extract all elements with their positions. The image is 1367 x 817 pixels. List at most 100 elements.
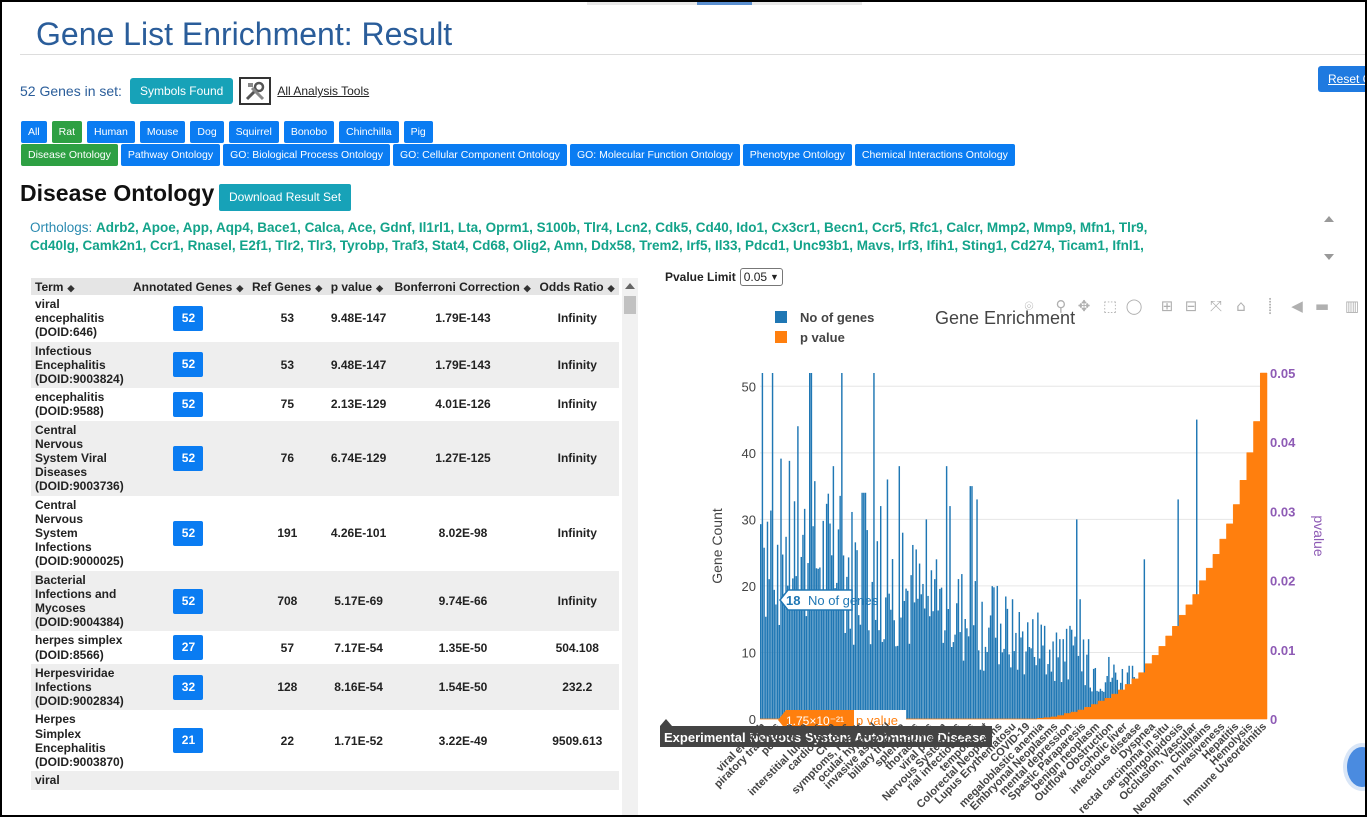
- ontology-pathway-button[interactable]: Pathway Ontology: [120, 144, 221, 166]
- pvalue-limit-select[interactable]: 0.05 ▼: [739, 268, 783, 286]
- col-ref-genes[interactable]: Ref Genes ◆: [247, 278, 327, 295]
- annotated-genes-cell[interactable]: 52: [129, 341, 248, 389]
- p-value-cell: 1.71E-52: [326, 710, 391, 772]
- gene-count-bar: [824, 598, 826, 719]
- bonferroni-cell: 1.35E-50: [390, 631, 536, 664]
- section-title: Disease Ontology: [20, 180, 215, 206]
- gene-count-bar: [776, 544, 779, 719]
- col-term[interactable]: Term ◆: [31, 278, 129, 295]
- download-result-button[interactable]: Download Result Set: [219, 184, 352, 211]
- gene-count-bar: [984, 646, 987, 719]
- gene-count-bar: [783, 601, 786, 719]
- col-annotated-genes[interactable]: Annotated Genes ◆: [129, 278, 248, 295]
- scroll-down-icon[interactable]: [1324, 254, 1334, 260]
- annotated-genes-cell[interactable]: 52: [129, 388, 248, 421]
- ref-genes-cell: 191: [247, 495, 327, 571]
- scroll-up-icon[interactable]: [1324, 216, 1334, 222]
- scroll-up-icon[interactable]: [625, 283, 635, 289]
- gene-count-bar: [849, 628, 852, 719]
- gene-count-bar: [1037, 612, 1039, 719]
- gene-count-bar: [1050, 671, 1053, 719]
- y2-tick-label: 0.04: [1270, 435, 1296, 450]
- annotated-genes-button[interactable]: 52: [173, 391, 204, 417]
- annotated-genes-cell[interactable]: 21: [129, 710, 248, 772]
- all-analysis-tools-link[interactable]: All Analysis Tools: [277, 84, 369, 98]
- annotated-genes-cell[interactable]: 32: [129, 663, 248, 711]
- annotated-genes-button[interactable]: 21: [173, 728, 204, 754]
- gene-count-bar: [971, 486, 973, 719]
- col-p-value[interactable]: p value ◆: [326, 278, 391, 295]
- annotated-genes-button[interactable]: 52: [173, 352, 204, 378]
- species-mouse-button[interactable]: Mouse: [139, 121, 186, 143]
- gene-count-bar: [766, 521, 769, 719]
- species-chinchilla-button[interactable]: Chinchilla: [339, 121, 399, 143]
- odds-ratio-cell: 9509.613: [535, 710, 619, 772]
- orthologs-scrollbar[interactable]: [1320, 212, 1338, 267]
- home-icon: ⌂: [1236, 297, 1246, 315]
- gene-count-bar: [1045, 674, 1048, 719]
- species-squirrel-button[interactable]: Squirrel: [228, 121, 279, 143]
- gene-count-bar: [959, 632, 961, 719]
- annotated-genes-cell[interactable]: 52: [129, 570, 248, 632]
- symbols-found-button[interactable]: Symbols Found: [129, 78, 234, 104]
- gene-count-bar: [890, 609, 892, 719]
- col-odds-ratio[interactable]: Odds Ratio ◆: [535, 278, 619, 295]
- gene-count-bar: [939, 588, 941, 719]
- y2-tick-label: 0: [1270, 712, 1277, 727]
- annotated-genes-button[interactable]: 32: [173, 674, 204, 700]
- reset-button[interactable]: Reset C: [1318, 66, 1365, 92]
- gene-count-bar: [785, 536, 787, 719]
- scrollbar-thumb[interactable]: [624, 296, 636, 314]
- term-cell: Herpes Simplex Encephalitis (DOID:900387…: [31, 710, 129, 772]
- y-tick-label: 50: [742, 379, 756, 394]
- orthologs-label: Orthologs:: [30, 220, 93, 235]
- gene-count-bar: [956, 603, 958, 719]
- species-pig-button[interactable]: Pig: [403, 121, 433, 143]
- camera-icon: ⌾: [1024, 297, 1033, 315]
- annotated-genes-cell[interactable]: 27: [129, 631, 248, 664]
- col-bonferroni[interactable]: Bonferroni Correction ◆: [390, 278, 536, 295]
- ontology-chemical-button[interactable]: Chemical Interactions Ontology: [854, 144, 1015, 166]
- p-value-cell: 4.26E-101: [326, 495, 391, 571]
- ref-genes-cell: 75: [247, 388, 327, 421]
- species-human-button[interactable]: Human: [87, 121, 135, 143]
- gene-count-bar: [798, 596, 801, 719]
- ontology-disease-button[interactable]: Disease Ontology: [21, 144, 118, 166]
- species-rat-button[interactable]: Rat: [51, 121, 83, 143]
- gene-count-bar: [773, 589, 775, 719]
- table-scrollbar[interactable]: [622, 278, 638, 815]
- ontology-go-cc-button[interactable]: GO: Cellular Component Ontology: [393, 144, 567, 166]
- annotated-genes-button[interactable]: 52: [173, 305, 204, 331]
- species-dog-button[interactable]: Dog: [190, 121, 224, 143]
- species-bonobo-button[interactable]: Bonobo: [283, 121, 335, 143]
- annotated-genes-cell[interactable]: 52: [129, 495, 248, 571]
- gene-count-bar: [847, 557, 850, 719]
- annotated-genes-button[interactable]: 52: [173, 445, 204, 471]
- annotated-genes-cell[interactable]: 52: [129, 420, 248, 496]
- ref-genes-cell: 53: [247, 295, 327, 342]
- annotated-genes-button[interactable]: 27: [173, 635, 204, 661]
- sort-icon: ◆: [67, 282, 75, 293]
- annotated-genes-cell[interactable]: 52: [129, 295, 248, 342]
- ontology-go-mf-button[interactable]: GO: Molecular Function Ontology: [569, 144, 740, 166]
- gene-count-bar: [913, 602, 916, 719]
- gene-count-bar: [765, 616, 767, 719]
- term-cell: Bacterial Infections and Mycoses (DOID:9…: [31, 570, 129, 632]
- species-all-button[interactable]: All: [21, 121, 47, 143]
- table-row: Herpes Simplex Encephalitis (DOID:900387…: [31, 710, 619, 772]
- gene-count-bar: [1006, 608, 1009, 719]
- y-tick-label: 20: [742, 579, 756, 594]
- gene-count-bar: [999, 623, 1002, 719]
- annotated-genes-button[interactable]: 52: [173, 520, 204, 546]
- gene-count-bar: [859, 624, 862, 719]
- gene-count-bar: [1069, 625, 1071, 719]
- annotated-genes-button[interactable]: 52: [173, 588, 204, 614]
- wrench-screwdriver-icon[interactable]: [239, 77, 272, 105]
- ontology-go-bp-button[interactable]: GO: Biological Process Ontology: [223, 144, 391, 166]
- gene-count-bar: [874, 619, 877, 719]
- gene-count-bar: [1015, 632, 1017, 719]
- gene-count-bar: [961, 574, 963, 719]
- gene-count-bar: [825, 503, 828, 719]
- ontology-phenotype-button[interactable]: Phenotype Ontology: [742, 144, 852, 166]
- gene-count-bar: [908, 643, 911, 719]
